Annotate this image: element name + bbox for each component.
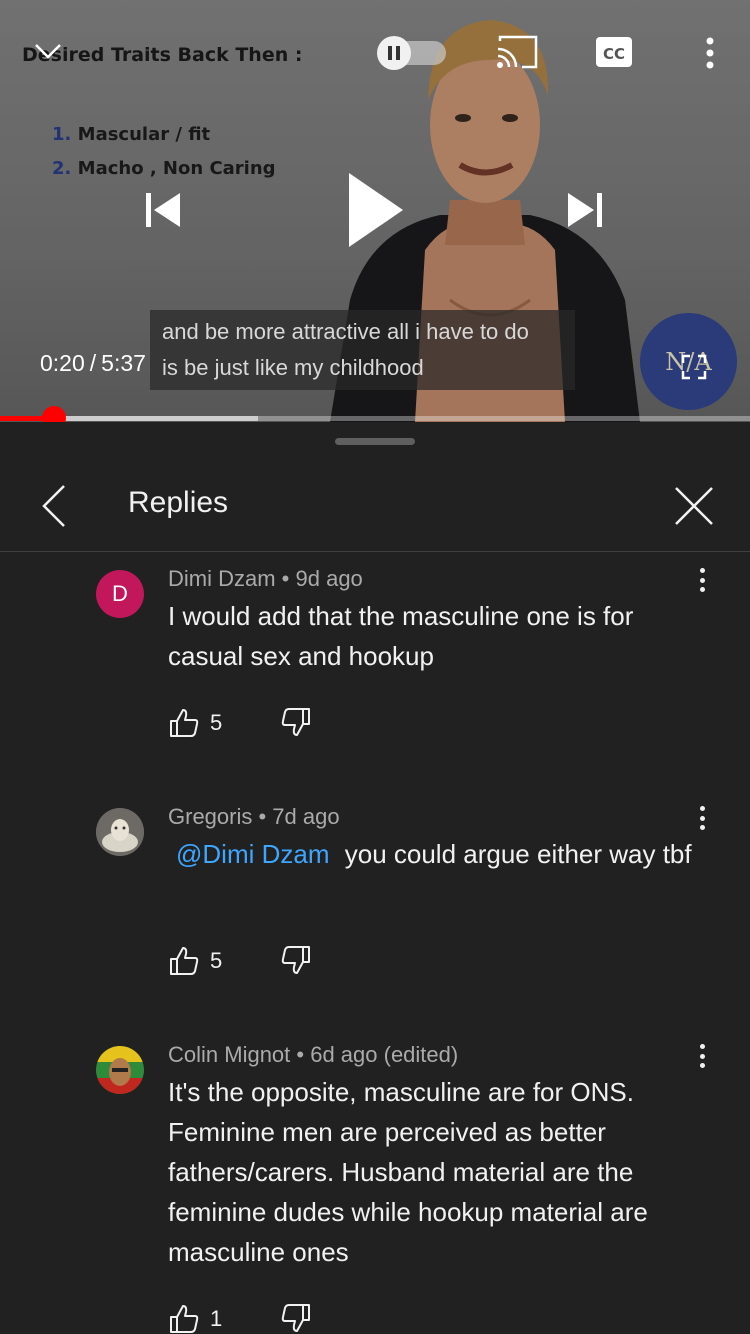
subtitle-overlay: and be more attractive all i have to do … (150, 310, 575, 390)
autoplay-toggle-icon[interactable] (372, 36, 448, 70)
avatar[interactable] (96, 1046, 144, 1094)
comment-actions: 5 (168, 706, 314, 740)
fullscreen-icon[interactable] (676, 350, 712, 384)
like-count: 1 (210, 1306, 223, 1331)
cast-icon[interactable] (494, 33, 540, 71)
like-button[interactable]: 1 (168, 1303, 280, 1334)
current-time: 0:20 (40, 350, 85, 376)
video-player[interactable]: Desired Traits Back Then : 1. Mascular /… (0, 0, 750, 422)
comment-text: It's the opposite, masculine are for ONS… (168, 1077, 648, 1267)
svg-text:CC: CC (603, 45, 625, 63)
like-count: 5 (210, 710, 223, 735)
avatar-image (96, 1046, 144, 1094)
thumbs-down-icon (281, 708, 310, 736)
more-vertical-icon[interactable] (696, 36, 724, 70)
avatar[interactable] (96, 808, 144, 856)
dislike-button[interactable] (280, 944, 314, 978)
thumbs-up-icon (170, 947, 199, 975)
comment-actions: 1 (168, 1302, 314, 1334)
time-display: 0:20/5:37 (40, 350, 146, 376)
like-count: 5 (210, 948, 223, 973)
panel-title: Replies (128, 486, 229, 519)
drag-handle[interactable] (335, 438, 415, 445)
progress-bar[interactable] (0, 406, 750, 422)
comment-time: 9d ago (295, 566, 363, 591)
chevron-left-icon[interactable] (36, 484, 76, 528)
comment-meta: Dimi Dzam • 9d ago (168, 566, 363, 591)
comment-time: 7d ago (272, 804, 340, 829)
panel-header: Replies (0, 474, 750, 552)
like-button[interactable]: 5 (168, 945, 280, 977)
thumbs-up-icon (170, 1305, 199, 1333)
chevron-down-icon[interactable] (28, 36, 68, 66)
thumbs-down-icon (281, 946, 310, 974)
more-vertical-icon[interactable] (690, 1042, 714, 1070)
play-icon[interactable] (336, 168, 412, 252)
replies-panel: Replies D Dimi Dzam • 9d ago I would add… (0, 422, 750, 1334)
thumbs-down-icon (281, 1304, 310, 1332)
comment-author[interactable]: Gregoris (168, 804, 252, 829)
dislike-button[interactable] (280, 706, 314, 740)
duration: 5:37 (101, 350, 146, 376)
comment-author[interactable]: Dimi Dzam (168, 566, 276, 591)
skip-previous-icon[interactable] (138, 186, 186, 234)
dislike-button[interactable] (280, 1302, 314, 1334)
comment-actions: 5 (168, 944, 314, 978)
close-icon[interactable] (672, 484, 716, 528)
avatar-image (96, 808, 144, 856)
closed-captions-icon[interactable]: CC (594, 34, 634, 70)
comment-meta: Gregoris • 7d ago (168, 804, 340, 829)
subtitle-line: is be just like my childhood (162, 355, 424, 380)
comment-text: I would add that the masculine one is fo… (168, 601, 634, 671)
comment-text: @Dimi Dzam you could argue either way tb… (168, 834, 708, 874)
comment-time: 6d ago (edited) (310, 1042, 459, 1067)
thumbs-up-icon (170, 709, 199, 737)
comment-meta: Colin Mignot • 6d ago (edited) (168, 1042, 459, 1067)
mention-link[interactable]: @Dimi Dzam (168, 839, 338, 869)
avatar[interactable]: D (96, 570, 144, 618)
subtitle-line: and be more attractive all i have to do (162, 319, 529, 344)
skip-next-icon[interactable] (562, 186, 610, 234)
comment-author[interactable]: Colin Mignot (168, 1042, 290, 1067)
like-button[interactable]: 5 (168, 707, 280, 739)
more-vertical-icon[interactable] (690, 804, 714, 832)
more-vertical-icon[interactable] (690, 566, 714, 594)
